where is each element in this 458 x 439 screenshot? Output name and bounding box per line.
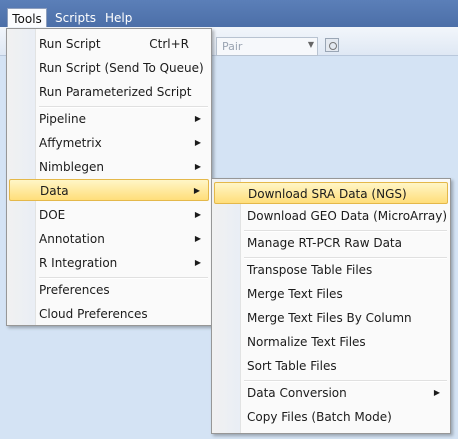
menu-item-label: Sort Table Files <box>247 359 337 373</box>
menu-item-label: Run Script <box>39 37 101 51</box>
menu-item-doe[interactable]: DOE ▶ <box>9 204 209 226</box>
menu-tools[interactable]: Tools <box>7 8 47 29</box>
menu-item-copy-files[interactable]: Copy Files (Batch Mode) <box>214 406 448 428</box>
menu-item-label: Data <box>40 184 69 198</box>
menu-item-label: Merge Text Files <box>247 287 343 301</box>
menu-item-label: Run Script (Send To Queue) <box>39 61 204 75</box>
menu-item-run-script-queue[interactable]: Run Script (Send To Queue) <box>9 57 209 79</box>
submenu-arrow-icon: ▶ <box>194 234 201 243</box>
tools-menu: Run Script Ctrl+R Run Script (Send To Qu… <box>6 28 212 326</box>
menu-help[interactable]: Help <box>105 10 132 27</box>
menu-bar: Tools Scripts Help <box>0 0 458 29</box>
menu-item-manage-rtpcr[interactable]: Manage RT-PCR Raw Data <box>214 232 448 254</box>
menu-item-merge-by-column[interactable]: Merge Text Files By Column <box>214 307 448 329</box>
menu-item-cloud-preferences[interactable]: Cloud Preferences <box>9 303 209 325</box>
menu-item-label: R Integration <box>39 256 118 270</box>
menu-item-label: Annotation <box>39 232 105 246</box>
menu-item-normalize[interactable]: Normalize Text Files <box>214 331 448 353</box>
menu-item-label: Download GEO Data (MicroArray) <box>247 209 448 223</box>
menu-item-label: Transpose Table Files <box>247 263 373 277</box>
menu-item-label: Merge Text Files By Column <box>247 311 412 325</box>
submenu-arrow-icon: ▶ <box>194 258 201 267</box>
menu-item-merge-text[interactable]: Merge Text Files <box>214 283 448 305</box>
menu-item-download-geo[interactable]: Download GEO Data (MicroArray) <box>214 205 448 227</box>
menu-item-r-integration[interactable]: R Integration ▶ <box>9 252 209 274</box>
pair-combo[interactable]: Pair ▼ <box>216 37 318 56</box>
submenu-arrow-icon: ▶ <box>194 210 201 219</box>
menu-item-label: Cloud Preferences <box>39 307 148 321</box>
menu-item-preferences[interactable]: Preferences <box>9 279 209 301</box>
menu-item-data[interactable]: Data ▶ <box>9 179 209 201</box>
menu-item-affymetrix[interactable]: Affymetrix ▶ <box>9 132 209 154</box>
menu-item-data-conversion[interactable]: Data Conversion ▶ <box>214 382 448 404</box>
menu-item-label: Affymetrix <box>39 136 102 150</box>
settings-icon[interactable] <box>325 38 339 52</box>
submenu-arrow-icon: ▶ <box>194 162 201 171</box>
menu-item-label: Data Conversion <box>247 386 347 400</box>
submenu-arrow-icon: ▶ <box>194 138 201 147</box>
menu-scripts[interactable]: Scripts <box>55 10 96 27</box>
shortcut-label: Ctrl+R <box>149 37 189 51</box>
menu-item-sort-table[interactable]: Sort Table Files <box>214 355 448 377</box>
menu-item-label: Download SRA Data (NGS) <box>248 187 407 201</box>
submenu-arrow-icon: ▶ <box>193 186 200 195</box>
menu-item-label: Run Parameterized Script <box>39 85 192 99</box>
menu-item-label: Preferences <box>39 283 110 297</box>
menu-item-label: Manage RT-PCR Raw Data <box>247 236 402 250</box>
menu-item-run-parameterized[interactable]: Run Parameterized Script <box>9 81 209 103</box>
menu-item-nimblegen[interactable]: Nimblegen ▶ <box>9 156 209 178</box>
menu-item-label: Copy Files (Batch Mode) <box>247 410 392 424</box>
menu-item-pipeline[interactable]: Pipeline ▶ <box>9 108 209 130</box>
menu-item-label: DOE <box>39 208 66 222</box>
submenu-arrow-icon: ▶ <box>194 114 201 123</box>
menu-item-transpose[interactable]: Transpose Table Files <box>214 259 448 281</box>
data-submenu: Download SRA Data (NGS) Download GEO Dat… <box>211 178 451 434</box>
menu-item-label: Nimblegen <box>39 160 104 174</box>
chevron-down-icon: ▼ <box>307 40 314 49</box>
pair-combo-value: Pair <box>222 40 243 53</box>
menu-item-label: Pipeline <box>39 112 86 126</box>
menu-item-run-script[interactable]: Run Script Ctrl+R <box>9 33 209 55</box>
menu-item-annotation[interactable]: Annotation ▶ <box>9 228 209 250</box>
menu-item-label: Normalize Text Files <box>247 335 366 349</box>
menu-item-download-sra[interactable]: Download SRA Data (NGS) <box>214 182 448 204</box>
submenu-arrow-icon: ▶ <box>433 388 440 397</box>
